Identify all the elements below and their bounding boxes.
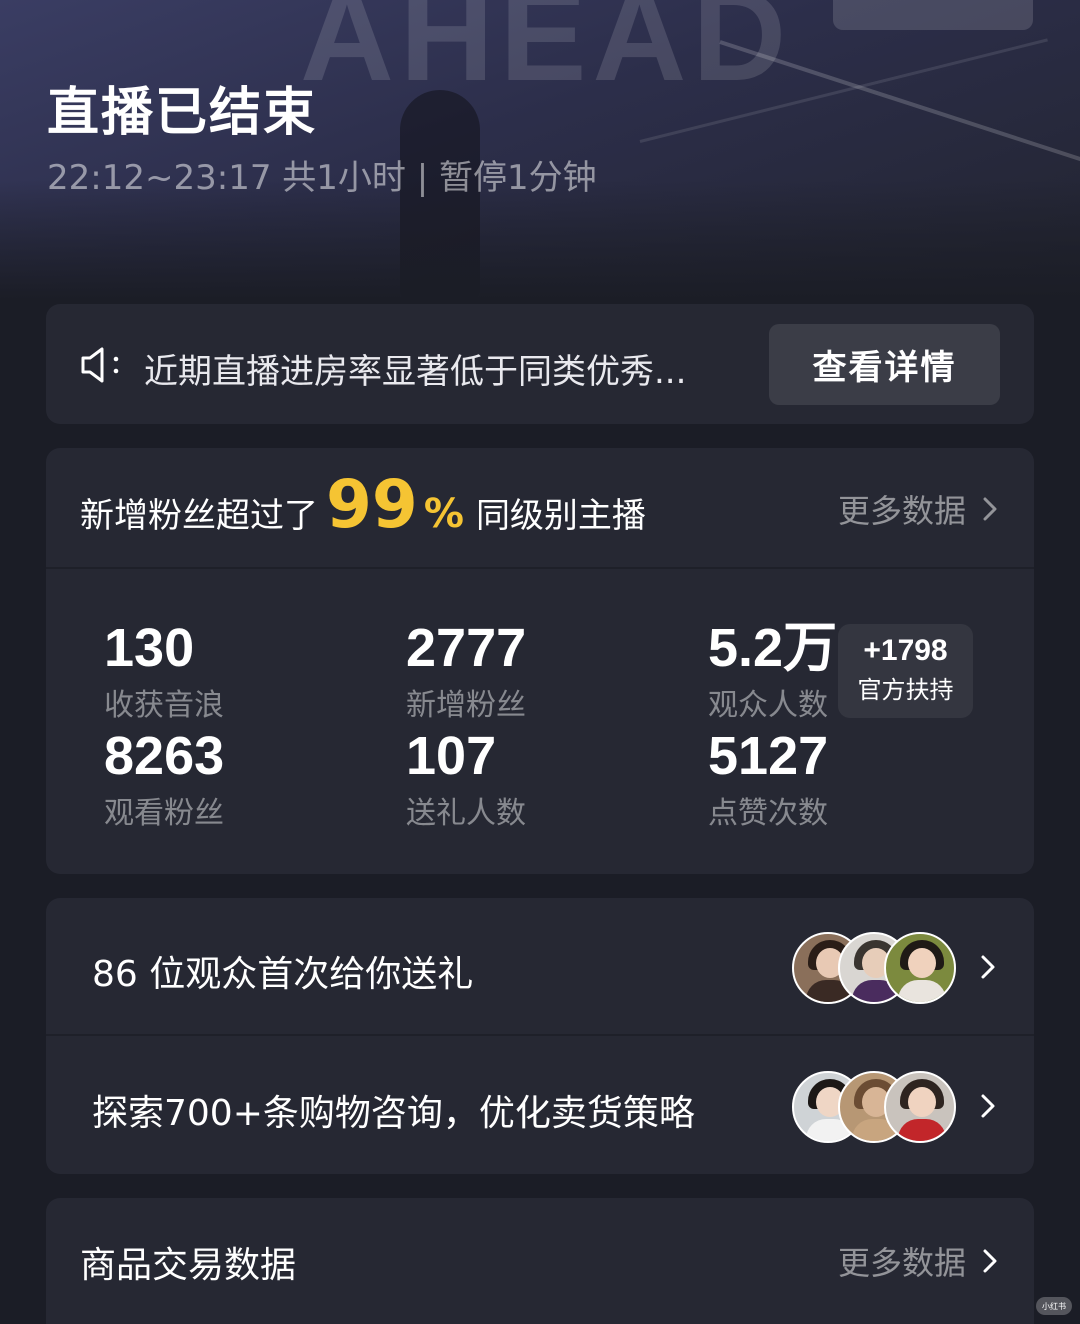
avatar bbox=[884, 1071, 956, 1143]
fans-summary-text: 新增粉丝超过了 99 % 同级别主播 bbox=[80, 466, 646, 550]
metric-label: 送礼人数 bbox=[406, 796, 526, 831]
fans-summary-row: 新增粉丝超过了 99 % 同级别主播 更多数据 bbox=[46, 448, 1034, 569]
chevron-right-icon bbox=[981, 1094, 995, 1118]
metric-label: 收获音浪 bbox=[104, 688, 224, 723]
metric-label: 观看粉丝 bbox=[104, 796, 224, 831]
metric-label: 点赞次数 bbox=[708, 796, 828, 831]
fans-percent-value: 99 bbox=[326, 466, 418, 543]
trade-data-title: 商品交易数据 bbox=[80, 1245, 297, 1286]
more-data-link[interactable]: 更多数据 bbox=[838, 486, 998, 532]
support-label: 官方扶持 bbox=[857, 676, 954, 704]
metric-sound-waves: 130 收获音浪 bbox=[104, 620, 224, 724]
metric-likes: 5127 点赞次数 bbox=[708, 728, 828, 832]
metric-value: 8263 bbox=[104, 726, 225, 786]
support-value: +1798 bbox=[863, 634, 948, 667]
view-details-button[interactable]: 查看详情 bbox=[769, 324, 1000, 405]
list-item-shopping-inquiries[interactable]: 探索700+条购物咨询，优化卖货策略 bbox=[46, 1037, 1034, 1175]
metric-viewers: 5.2万 观众人数 bbox=[708, 620, 837, 724]
list-item-label: 探索700+条购物咨询，优化卖货策略 bbox=[92, 1093, 695, 1134]
metric-watching-fans: 8263 观看粉丝 bbox=[104, 728, 224, 832]
metric-value: 5.2万 bbox=[708, 618, 838, 678]
fans-percent-symbol: % bbox=[423, 491, 464, 537]
metric-value: 130 bbox=[104, 618, 195, 678]
metric-value: 107 bbox=[406, 726, 497, 786]
trade-data-card[interactable]: 商品交易数据 更多数据 bbox=[46, 1198, 1034, 1324]
top-tab-button[interactable] bbox=[833, 0, 1033, 30]
avatar-stack bbox=[792, 1071, 956, 1143]
avatar-stack bbox=[792, 932, 956, 1004]
metric-new-fans: 2777 新增粉丝 bbox=[406, 620, 526, 724]
fans-summary-prefix: 新增粉丝超过了 bbox=[80, 496, 318, 536]
fans-summary-suffix: 同级别主播 bbox=[475, 496, 646, 536]
speaker-icon bbox=[81, 347, 119, 383]
chevron-right-icon bbox=[983, 497, 997, 521]
page-title: 直播已结束 bbox=[47, 83, 318, 143]
metric-gift-senders: 107 送礼人数 bbox=[406, 728, 526, 832]
avatar bbox=[884, 932, 956, 1004]
notice-card[interactable]: 近期直播进房率显著低于同类优秀... 查看详情 bbox=[46, 304, 1034, 424]
list-item-label: 86 位观众首次给你送礼 bbox=[92, 954, 474, 995]
chevron-right-icon bbox=[981, 955, 995, 979]
metric-label: 新增粉丝 bbox=[406, 688, 526, 723]
metric-value: 5127 bbox=[708, 726, 829, 786]
metric-value: 2777 bbox=[406, 618, 527, 678]
live-duration: 22:12~23:17 共1小时 | 暂停1分钟 bbox=[47, 158, 597, 198]
list-item-first-gift[interactable]: 86 位观众首次给你送礼 bbox=[46, 898, 1034, 1036]
watermark: 小红书 bbox=[1036, 1297, 1072, 1315]
metric-label: 观众人数 bbox=[708, 688, 828, 723]
official-support-badge: +1798 官方扶持 bbox=[838, 624, 973, 718]
more-data-label: 更多数据 bbox=[837, 492, 966, 530]
audience-list-card: 86 位观众首次给你送礼 探索700+条购物咨询，优化卖货策略 bbox=[46, 898, 1034, 1174]
notice-text: 近期直播进房率显著低于同类优秀... bbox=[144, 352, 687, 392]
live-stats-card: 新增粉丝超过了 99 % 同级别主播 更多数据 130 收获音浪 2777 新增… bbox=[46, 448, 1034, 874]
trade-more-data-link[interactable]: 更多数据 bbox=[838, 1238, 998, 1284]
chevron-right-icon bbox=[983, 1249, 997, 1273]
more-data-label: 更多数据 bbox=[837, 1244, 966, 1282]
